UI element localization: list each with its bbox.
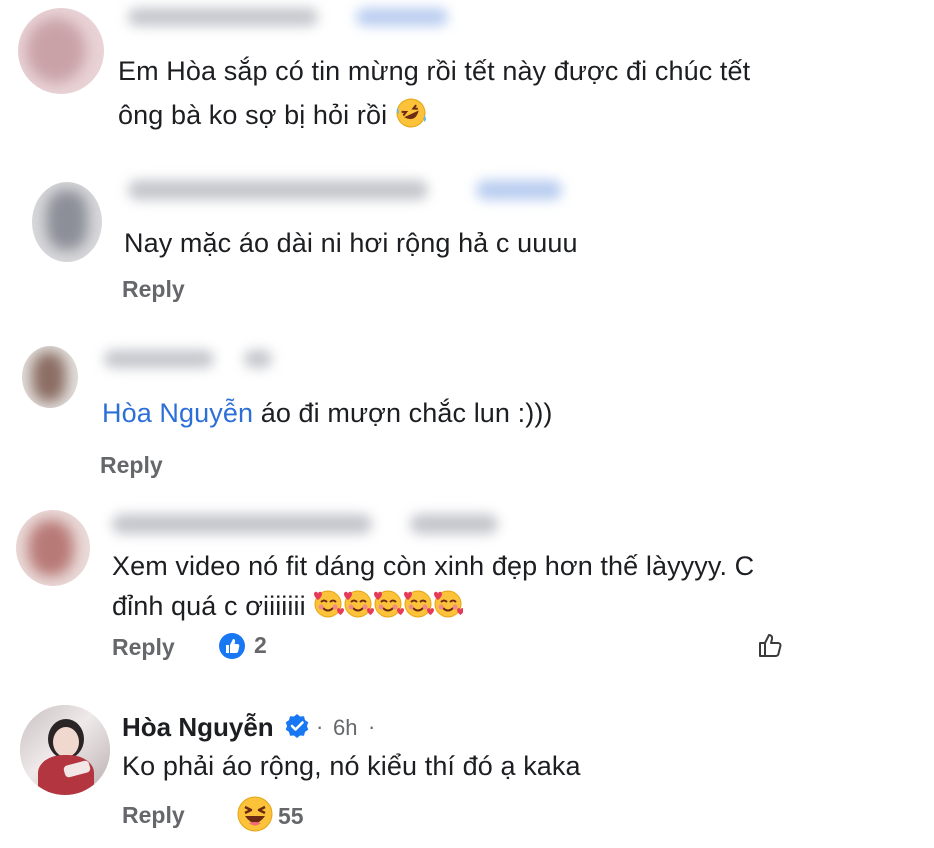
comment-text: Xem video nó fit dáng còn xinh đẹp hơn t… [112,551,755,581]
author-name-blurred[interactable] [128,180,428,200]
mention-link[interactable]: Hòa Nguyễn [102,398,253,428]
reply-button[interactable]: Reply [122,802,185,829]
comment-text-line2: ông bà ko sợ bị hỏi rồi [118,95,427,141]
tag-blurred [356,8,448,26]
separator-dot: · [316,714,324,739]
comment-text: Nay mặc áo dài ni hơi rộng hả c uuuu [124,228,578,258]
avatar[interactable] [18,8,104,94]
tag-blurred [476,180,562,200]
comment-text: Hòa Nguyễn áo đi mượn chắc lun :))) [102,393,553,434]
rolling-on-floor-laughing-icon [395,97,427,141]
reply-button[interactable]: Reply [122,276,185,303]
comment-text-line2-body: đỉnh quá c ơiiiiiii [112,591,306,621]
avatar[interactable] [16,510,90,586]
tag-blurred [244,350,272,368]
author-name-blurred[interactable] [112,514,372,534]
reaction-count: 55 [278,803,304,829]
thumbs-up-icon [218,632,246,665]
comment-text-body: áo đi mượn chắc lun :))) [260,398,553,428]
avatar[interactable] [32,182,102,262]
avatar[interactable] [22,346,78,408]
author-name-blurred[interactable] [104,350,214,368]
author-name-blurred[interactable] [128,8,318,26]
tag-blurred [410,514,498,534]
thumbs-up-outline-icon[interactable] [756,630,786,665]
comment-text: Ko phải áo rộng, nó kiểu thí đó ạ kaka [122,751,581,781]
verified-badge-icon [284,713,310,744]
reply-button[interactable]: Reply [100,452,163,479]
smiling-face-with-hearts-icon [313,588,466,632]
comment-text-line2-body: ông bà ko sợ bị hỏi rồi [118,100,388,130]
grinning-squinting-face-icon [236,795,274,838]
timestamp[interactable]: 6h [333,715,357,741]
like-count: 2 [254,632,267,658]
reply-button[interactable]: Reply [112,634,175,661]
comment-text-line2: đỉnh quá c ơiiiiiii [112,586,466,632]
comment-author[interactable]: Hòa Nguyễn [122,712,274,743]
avatar[interactable] [20,705,110,795]
separator-dot-2: · [368,714,376,739]
comment-text: Em Hòa sắp có tin mừng rồi tết này được … [118,56,751,86]
